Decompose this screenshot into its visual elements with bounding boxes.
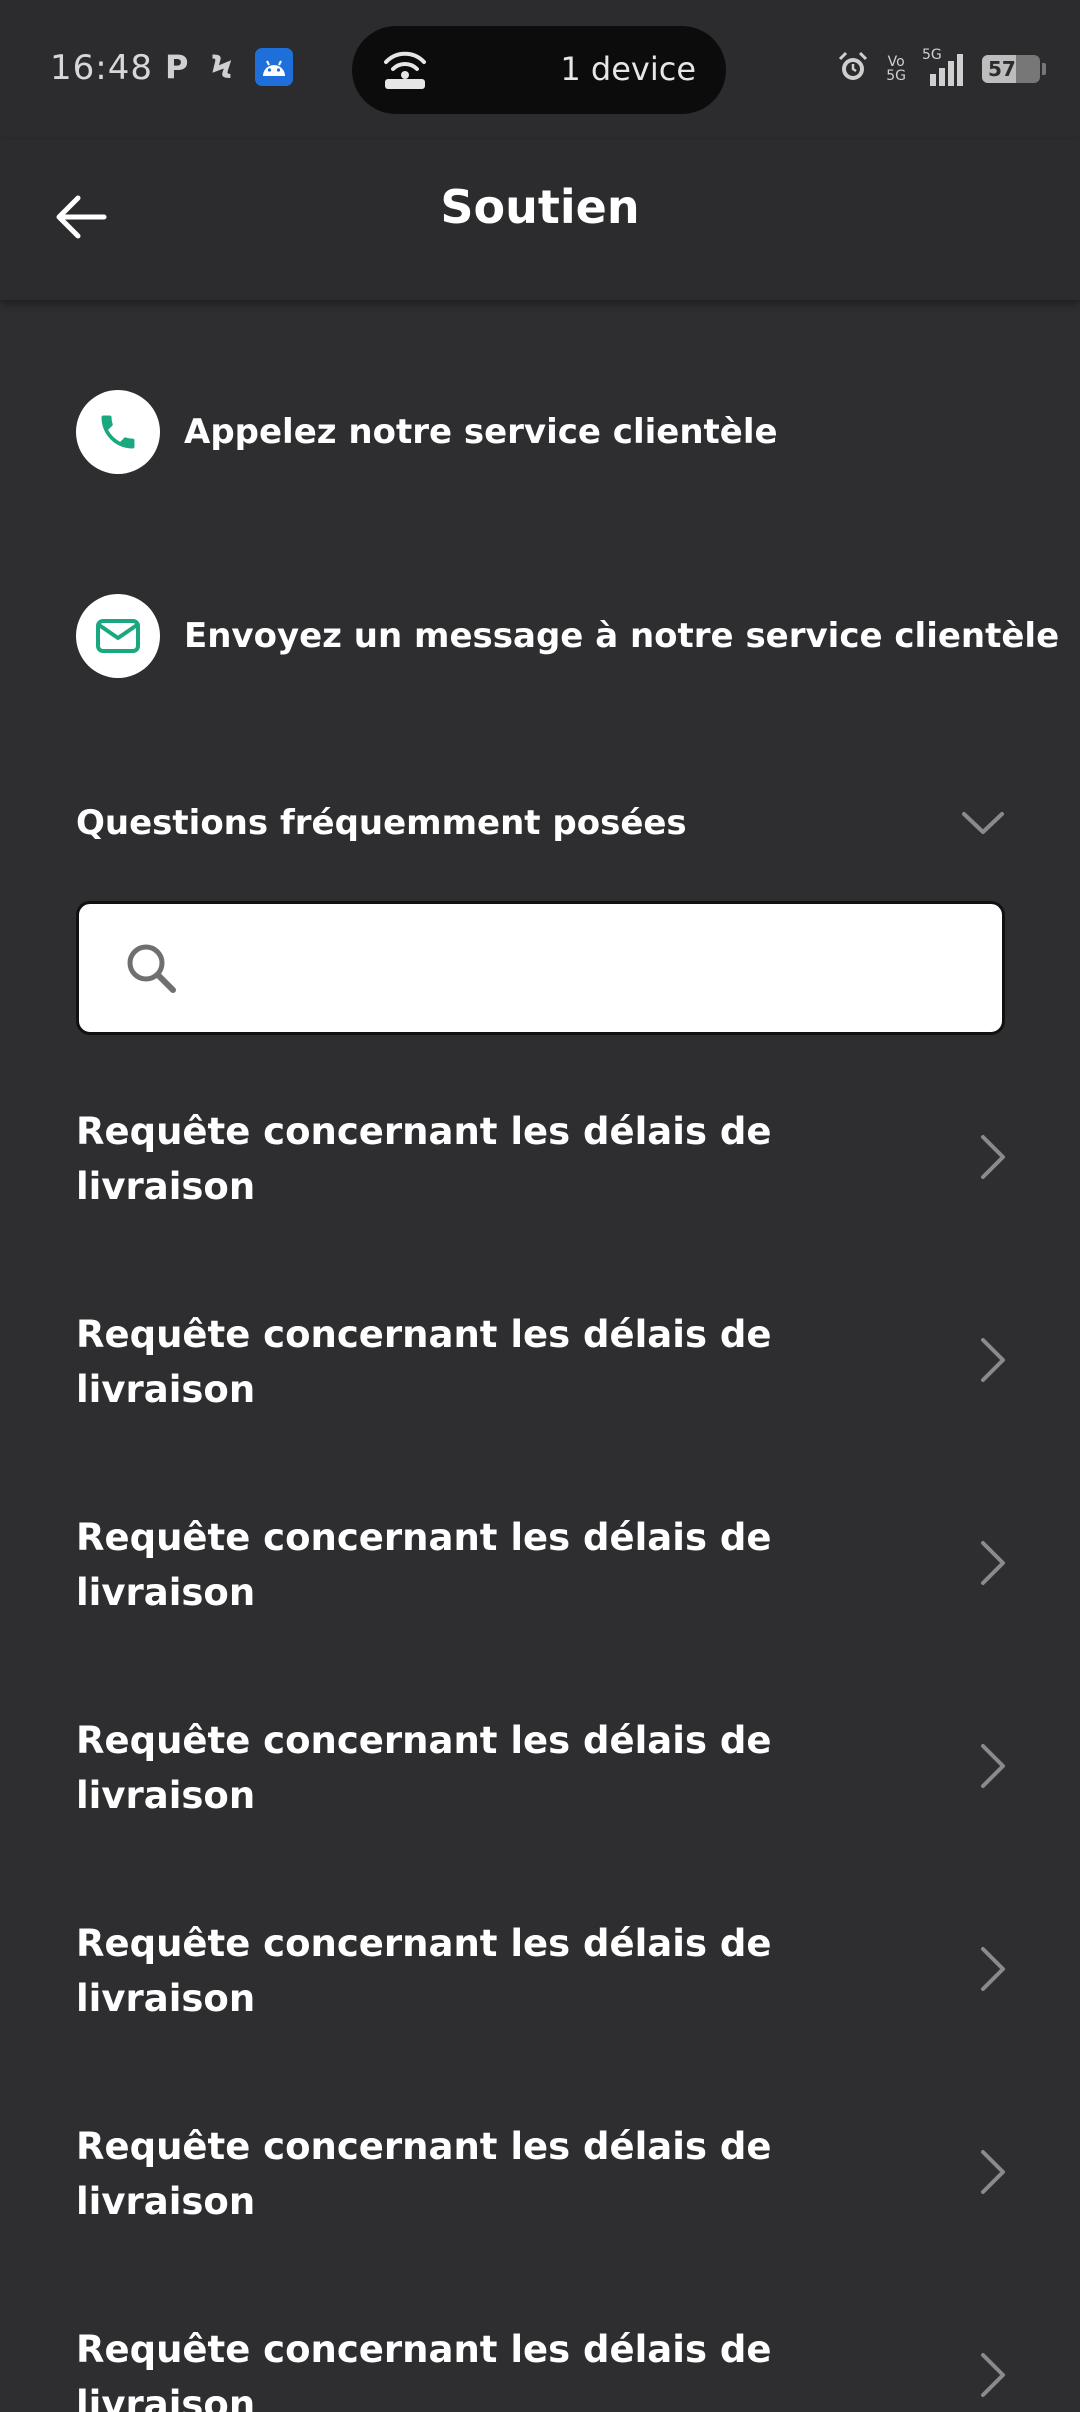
call-customer-service-label: Appelez notre service clientèle bbox=[184, 412, 778, 452]
chevron-right-icon bbox=[981, 1338, 1005, 1382]
faq-section-toggle[interactable]: Questions fréquemment posées bbox=[76, 795, 1006, 851]
faq-search-box[interactable] bbox=[76, 901, 1005, 1035]
faq-question: Requête concernant les délais de livrais… bbox=[76, 2328, 772, 2412]
chevron-right-icon bbox=[981, 1744, 1005, 1788]
faq-item[interactable]: Requête concernant les délais de livrais… bbox=[0, 1498, 1080, 1701]
signal-icon: 5G bbox=[922, 48, 966, 86]
faq-item[interactable]: Requête concernant les délais de livrais… bbox=[0, 2310, 1080, 2412]
app-notification-icon: Ϟ bbox=[210, 48, 233, 86]
status-time: 16:48 bbox=[50, 48, 153, 88]
battery-icon: 57 bbox=[982, 55, 1046, 83]
message-customer-service-label: Envoyez un message à notre service clien… bbox=[184, 616, 1060, 656]
alarm-icon bbox=[836, 50, 870, 88]
faq-question: Requête concernant les délais de livrais… bbox=[76, 1313, 772, 1411]
volte-indicator: Vo 5G bbox=[886, 54, 906, 84]
faq-item[interactable]: Requête concernant les délais de livrais… bbox=[0, 2107, 1080, 2310]
faq-question: Requête concernant les délais de livrais… bbox=[76, 1719, 772, 1817]
page-title: Soutien bbox=[440, 180, 640, 234]
app-header: Soutien bbox=[0, 140, 1080, 300]
message-customer-service-button[interactable]: Envoyez un message à notre service clien… bbox=[76, 594, 1059, 678]
chevron-right-icon bbox=[981, 2150, 1005, 2194]
chevron-down-icon bbox=[962, 812, 1004, 834]
android-icon bbox=[254, 48, 293, 86]
hotspot-icon bbox=[380, 46, 430, 96]
status-notification-icons: P Ϟ bbox=[165, 48, 293, 86]
faq-title: Questions fréquemment posées bbox=[76, 803, 687, 843]
faq-question: Requête concernant les délais de livrais… bbox=[76, 2125, 772, 2223]
faq-question: Requête concernant les délais de livrais… bbox=[76, 1516, 772, 1614]
faq-list: Requête concernant les délais de livrais… bbox=[0, 1092, 1080, 2412]
chevron-right-icon bbox=[981, 1541, 1005, 1585]
hotspot-pill[interactable]: 1 device bbox=[352, 26, 726, 114]
faq-question: Requête concernant les délais de livrais… bbox=[76, 1922, 772, 2020]
status-bar: 16:48 P Ϟ 1 device Vo 5G 5G 57 bbox=[0, 0, 1080, 140]
support-screen: 16:48 P Ϟ 1 device Vo 5G 5G 57 Soutien A… bbox=[0, 0, 1080, 2412]
faq-question: Requête concernant les délais de livrais… bbox=[76, 1110, 772, 1208]
hotspot-device-count: 1 device bbox=[560, 50, 696, 88]
phone-icon bbox=[76, 390, 160, 474]
battery-level: 57 bbox=[988, 57, 1016, 81]
call-customer-service-button[interactable]: Appelez notre service clientèle bbox=[76, 390, 778, 474]
search-icon bbox=[127, 944, 176, 993]
chevron-right-icon bbox=[981, 1135, 1005, 1179]
faq-item[interactable]: Requête concernant les délais de livrais… bbox=[0, 1295, 1080, 1498]
faq-search-input[interactable] bbox=[199, 948, 979, 988]
faq-item[interactable]: Requête concernant les délais de livrais… bbox=[0, 1092, 1080, 1295]
chevron-right-icon bbox=[981, 1947, 1005, 1991]
parking-app-icon: P bbox=[165, 48, 189, 86]
faq-item[interactable]: Requête concernant les délais de livrais… bbox=[0, 1904, 1080, 2107]
mail-icon bbox=[76, 594, 160, 678]
status-system-icons: Vo 5G 5G 57 bbox=[836, 48, 1046, 88]
faq-item[interactable]: Requête concernant les délais de livrais… bbox=[0, 1701, 1080, 1904]
chevron-right-icon bbox=[981, 2353, 1005, 2397]
